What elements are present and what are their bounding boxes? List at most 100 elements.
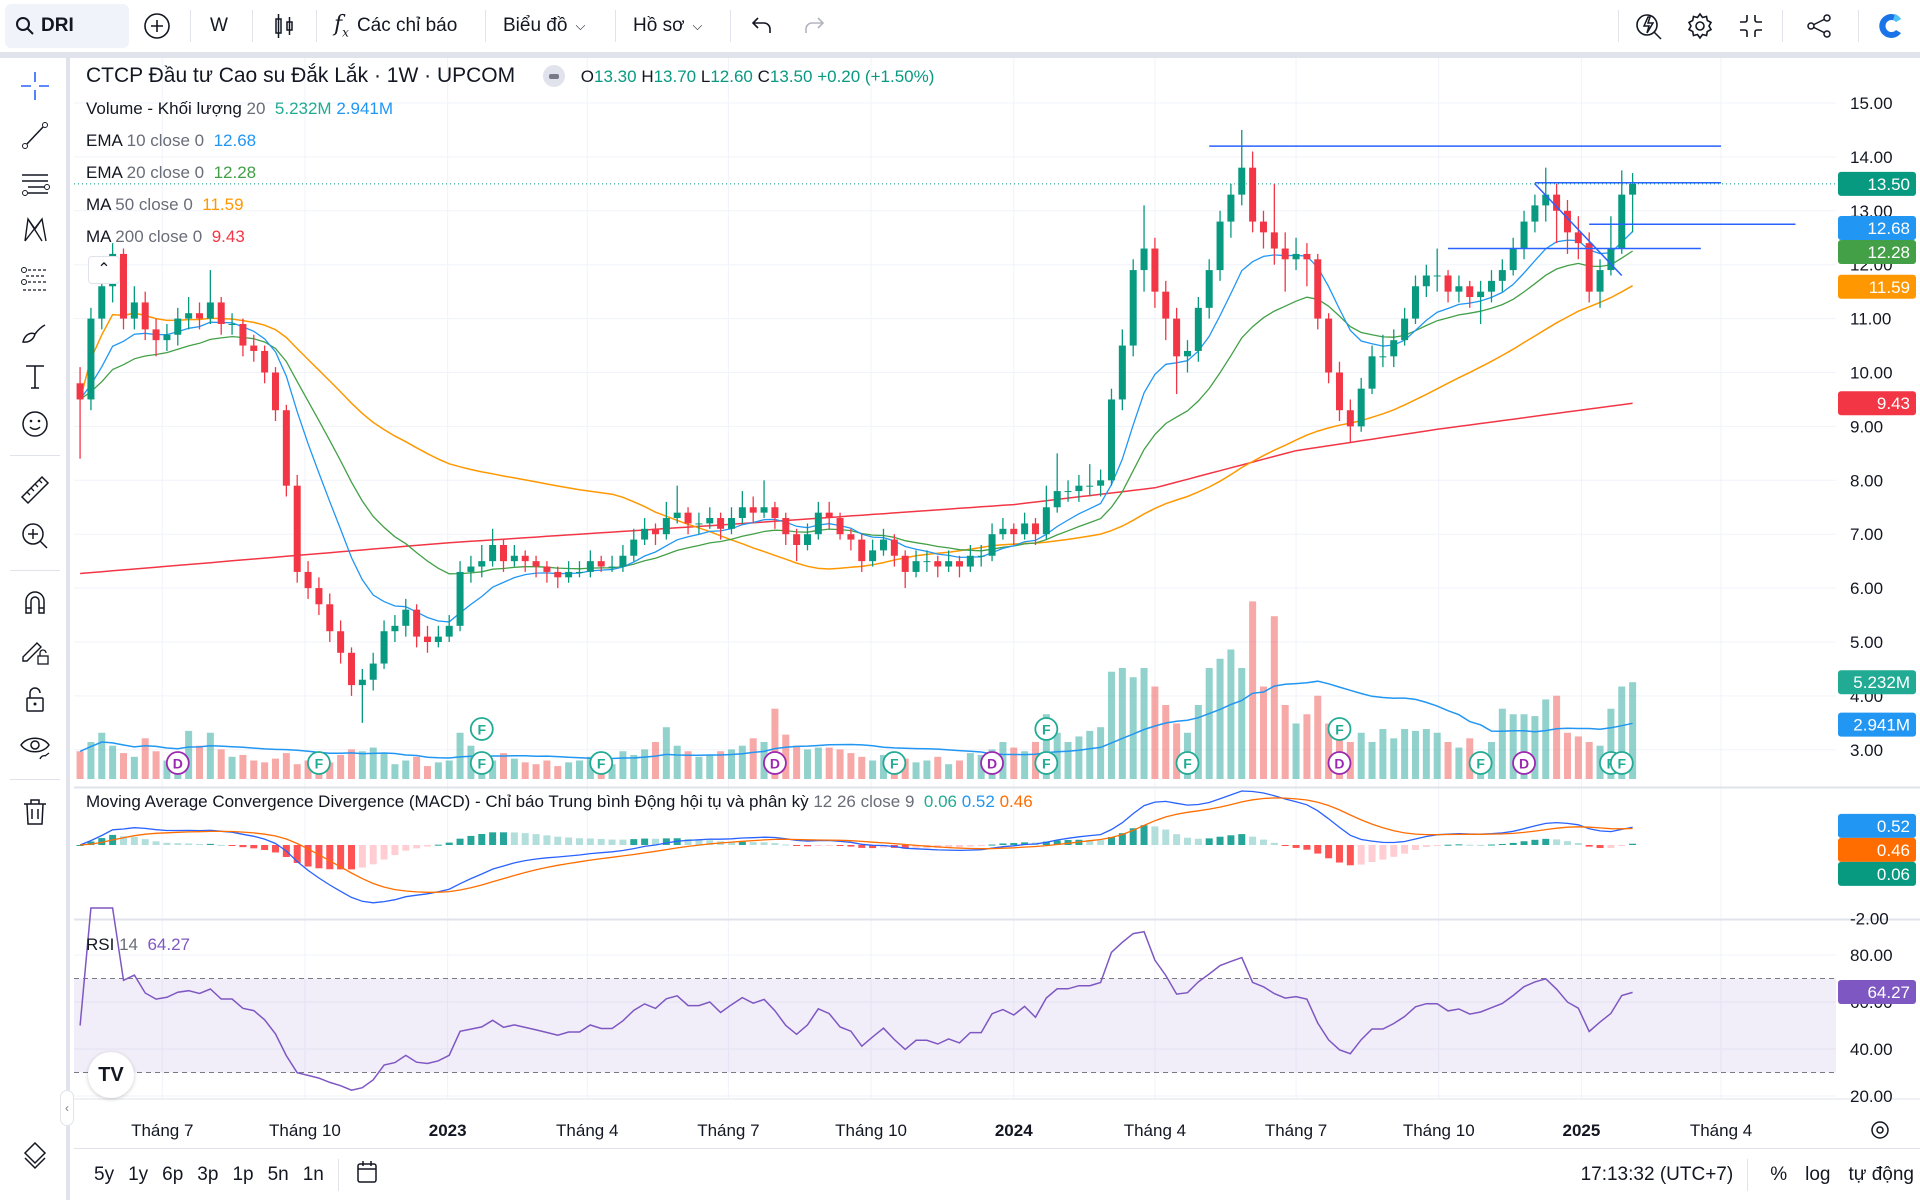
interval-button[interactable]: W [210, 0, 228, 52]
event-marker-F[interactable]: F [469, 751, 494, 775]
volume-bar [380, 753, 388, 779]
tool-crosshair[interactable] [15, 66, 55, 106]
event-marker-F[interactable]: F [1034, 717, 1059, 741]
chart-canvas[interactable]: DDDDDFFFFFFFFFFFF15.0014.0013.0012.0011.… [0, 0, 1920, 1200]
event-marker-F[interactable]: F [882, 751, 907, 775]
candle-body [76, 383, 84, 400]
indicator-name: Moving Average Convergence Divergence (M… [86, 792, 809, 811]
legend-toggle-button[interactable] [542, 65, 565, 88]
tool-trash[interactable] [15, 792, 55, 832]
macd-histogram-bar [261, 845, 269, 850]
volume-bar [1162, 705, 1170, 779]
tool-zoom-in[interactable] [15, 516, 55, 556]
range-5y[interactable]: 5y [94, 1164, 114, 1186]
event-marker-D[interactable]: D [1512, 751, 1536, 775]
tradingview-logo[interactable]: TV [88, 1052, 134, 1098]
tool-ruler[interactable] [15, 470, 55, 510]
candle-body [977, 555, 985, 557]
volume-bar [1303, 714, 1311, 779]
legend-ema10[interactable]: EMA 10 close 0 12.68 [86, 131, 256, 151]
event-label: F [315, 756, 324, 772]
goto-date-button[interactable] [353, 1158, 381, 1192]
candle-body [1487, 280, 1495, 292]
legend-macd[interactable]: Moving Average Convergence Divergence (M… [86, 792, 1033, 812]
candle-body [326, 604, 334, 632]
event-marker-F[interactable]: F [1609, 751, 1634, 775]
volume-bar [1010, 747, 1018, 779]
range-1p[interactable]: 1p [232, 1164, 253, 1186]
macd-histogram-bar [1379, 845, 1387, 860]
settings-button[interactable] [1685, 0, 1715, 52]
tool-lock-drawing[interactable] [15, 630, 55, 670]
event-marker-F[interactable]: F [1175, 751, 1200, 775]
tool-pattern[interactable] [15, 210, 55, 250]
volume-bar [847, 753, 855, 779]
range-1y[interactable]: 1y [128, 1164, 148, 1186]
tool-text[interactable] [15, 356, 55, 396]
tool-trend-line[interactable] [15, 115, 55, 155]
event-marker-F[interactable]: F [1034, 751, 1059, 775]
indicators-button[interactable]: fx Các chỉ báo [334, 0, 457, 52]
volume-bar [1097, 727, 1105, 779]
symbol-title[interactable]: CTCP Đầu tư Cao su Đắk Lắk · 1W · UPCOM [86, 64, 515, 87]
tool-eye[interactable] [15, 726, 55, 766]
legend-rsi[interactable]: RSI 14 64.27 [86, 935, 190, 955]
legend-volume[interactable]: Volume - Khối lượng 20 5.232M 2.941M [86, 99, 393, 119]
brush-icon [22, 324, 46, 343]
legend-ema20[interactable]: EMA 20 close 0 12.28 [86, 163, 256, 183]
chart-menu-button[interactable]: Biểu đồ ⌵ [503, 0, 585, 52]
volume-badge-label: 2.941M [1853, 716, 1910, 735]
range-5n[interactable]: 5n [268, 1164, 289, 1186]
event-marker-F[interactable]: F [1468, 751, 1493, 775]
redo-button[interactable] [800, 0, 826, 52]
range-1n[interactable]: 1n [303, 1164, 324, 1186]
legend-ma50[interactable]: MA 50 close 0 11.59 [86, 195, 244, 215]
symbol-search-button[interactable]: DRI [5, 4, 129, 48]
event-marker-D[interactable]: D [1327, 751, 1352, 775]
volume-bar [402, 760, 410, 779]
auto-scale-toggle[interactable]: tự động [1848, 1164, 1914, 1186]
high-value: 13.70 [653, 67, 697, 86]
macd-histogram-bar [456, 838, 464, 845]
legend-ma200[interactable]: MA 200 close 0 9.43 [86, 227, 245, 247]
fullscreen-button[interactable] [1737, 0, 1765, 52]
event-marker-F[interactable]: F [589, 751, 614, 775]
range-3p[interactable]: 3p [197, 1164, 218, 1186]
clock-timezone[interactable]: 17:13:32 (UTC+7) [1581, 1164, 1734, 1186]
log-scale-toggle[interactable]: log [1805, 1164, 1830, 1186]
undo-button[interactable] [750, 0, 776, 52]
time-axis-label: Tháng 7 [697, 1121, 759, 1140]
macd-histogram-bar [1010, 843, 1018, 845]
tool-lock[interactable] [15, 679, 55, 719]
event-marker-F[interactable]: F [1327, 717, 1352, 741]
event-marker-D[interactable]: D [980, 751, 1004, 775]
candle-body [1401, 318, 1409, 341]
tool-prediction[interactable] [15, 259, 55, 299]
candle-body [391, 625, 399, 632]
profile-menu-button[interactable]: Hồ sơ ⌵ [633, 0, 702, 52]
candle-body [1227, 194, 1235, 222]
event-marker-D[interactable]: D [165, 751, 190, 775]
range-6p[interactable]: 6p [162, 1164, 183, 1186]
tool-emoji[interactable] [15, 404, 55, 444]
event-marker-F[interactable]: F [469, 717, 494, 741]
tool-layers[interactable] [15, 1135, 55, 1175]
volume-bar [358, 751, 366, 779]
compare-button[interactable] [142, 0, 172, 52]
share-button[interactable] [1805, 0, 1833, 52]
tool-magnet[interactable] [15, 582, 55, 622]
eye-icon [20, 737, 50, 760]
volume-bar [1107, 671, 1115, 779]
event-marker-F[interactable]: F [307, 751, 331, 775]
tool-fib-lines[interactable] [15, 164, 55, 204]
collapse-toolbar-handle[interactable]: ‹ [60, 1090, 74, 1126]
price-badge-label: 12.68 [1867, 219, 1910, 238]
tool-brush[interactable] [15, 311, 55, 351]
collapse-legend-button[interactable]: ⌃ [88, 256, 120, 284]
event-marker-D[interactable]: D [763, 751, 787, 775]
chart-type-button[interactable] [270, 0, 298, 52]
candle-body [1520, 221, 1528, 249]
indicator-value: 5.232M [274, 99, 332, 118]
alert-button[interactable] [1634, 0, 1664, 52]
percent-scale-toggle[interactable]: % [1770, 1164, 1787, 1186]
